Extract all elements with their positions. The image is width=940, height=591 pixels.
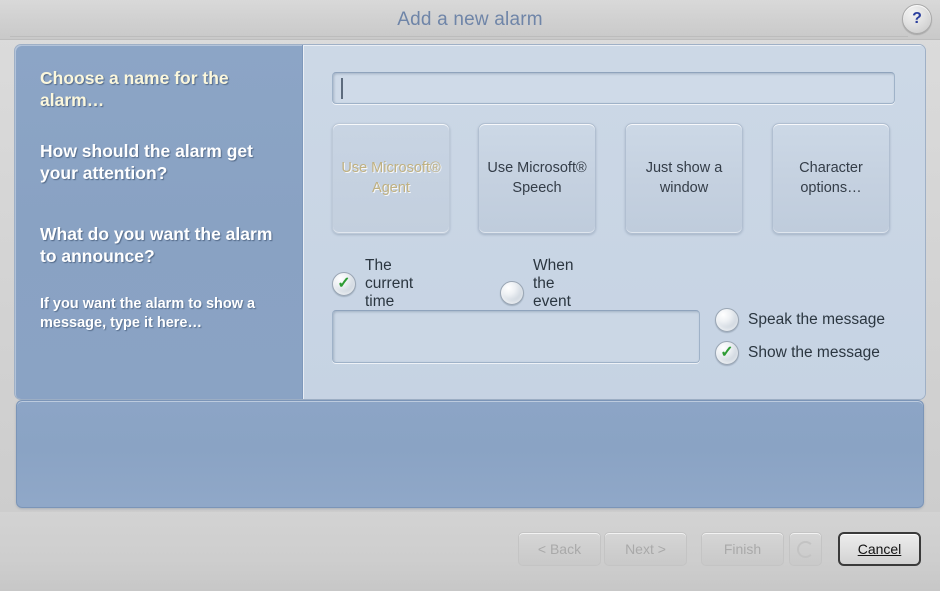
add-alarm-dialog: Add a new alarm ? Choose a name for the … xyxy=(0,0,940,591)
radio-checked-icon: ✓ xyxy=(715,340,739,365)
cancel-button-label: Cancel xyxy=(857,541,902,557)
sidebar-step-attention: How should the alarm get your attention? xyxy=(40,140,253,184)
radio-current-time-label: The current time xyxy=(365,257,414,310)
footer-bar: < Back Next > Finish Cancel xyxy=(0,512,940,591)
cancel-button[interactable]: Cancel xyxy=(838,532,921,566)
use-microsoft-speech-button[interactable]: Use Microsoft® Speech xyxy=(478,123,596,234)
radio-unchecked-icon xyxy=(715,307,739,332)
radio-current-time[interactable]: ✓ The current time xyxy=(332,257,413,311)
title-divider xyxy=(10,36,908,37)
alarm-message-input[interactable] xyxy=(332,310,700,363)
play-preview-button[interactable] xyxy=(789,532,822,566)
radio-speak-the-message-label: Speak the message xyxy=(748,310,886,328)
finish-button[interactable]: Finish xyxy=(701,532,784,566)
preview-panel xyxy=(16,400,924,508)
radio-checked-icon: ✓ xyxy=(332,272,356,296)
radio-show-the-message[interactable]: ✓ Show the message xyxy=(715,336,885,369)
just-show-a-window-button[interactable]: Just show a window xyxy=(625,123,743,234)
refresh-circle-icon xyxy=(797,540,814,558)
sidebar-step-announce: What do you want the alarm to announce? xyxy=(40,223,273,266)
character-options-button[interactable]: Character options… xyxy=(772,123,890,234)
text-caret xyxy=(341,78,343,99)
wizard-step-list: Choose a name for the alarm… How should … xyxy=(40,67,285,333)
main-panel: Choose a name for the alarm… How should … xyxy=(14,44,926,400)
back-button[interactable]: < Back xyxy=(518,532,601,566)
window-title: Add a new alarm xyxy=(397,9,543,30)
message-option-group: Speak the message ✓ Show the message xyxy=(715,303,885,369)
help-question-icon[interactable]: ? xyxy=(902,4,932,34)
wizard-sidebar: Choose a name for the alarm… How should … xyxy=(15,45,303,399)
use-microsoft-agent-button[interactable]: Use Microsoft® Agent xyxy=(332,123,450,234)
title-bar: Add a new alarm ? xyxy=(0,0,940,40)
next-button[interactable]: Next > xyxy=(604,532,687,566)
sidebar-step-name: Choose a name for the alarm… xyxy=(40,68,229,111)
wizard-content: Use Microsoft® Agent Use Microsoft® Spee… xyxy=(303,45,925,399)
radio-speak-the-message[interactable]: Speak the message xyxy=(715,303,885,336)
alarm-name-input[interactable] xyxy=(332,72,895,104)
attention-tile-group: Use Microsoft® Agent Use Microsoft® Spee… xyxy=(332,123,910,234)
radio-show-the-message-label: Show the message xyxy=(748,343,880,361)
radio-unchecked-icon xyxy=(500,281,524,305)
sidebar-step-message-hint: If you want the alarm to show a message,… xyxy=(40,296,256,332)
